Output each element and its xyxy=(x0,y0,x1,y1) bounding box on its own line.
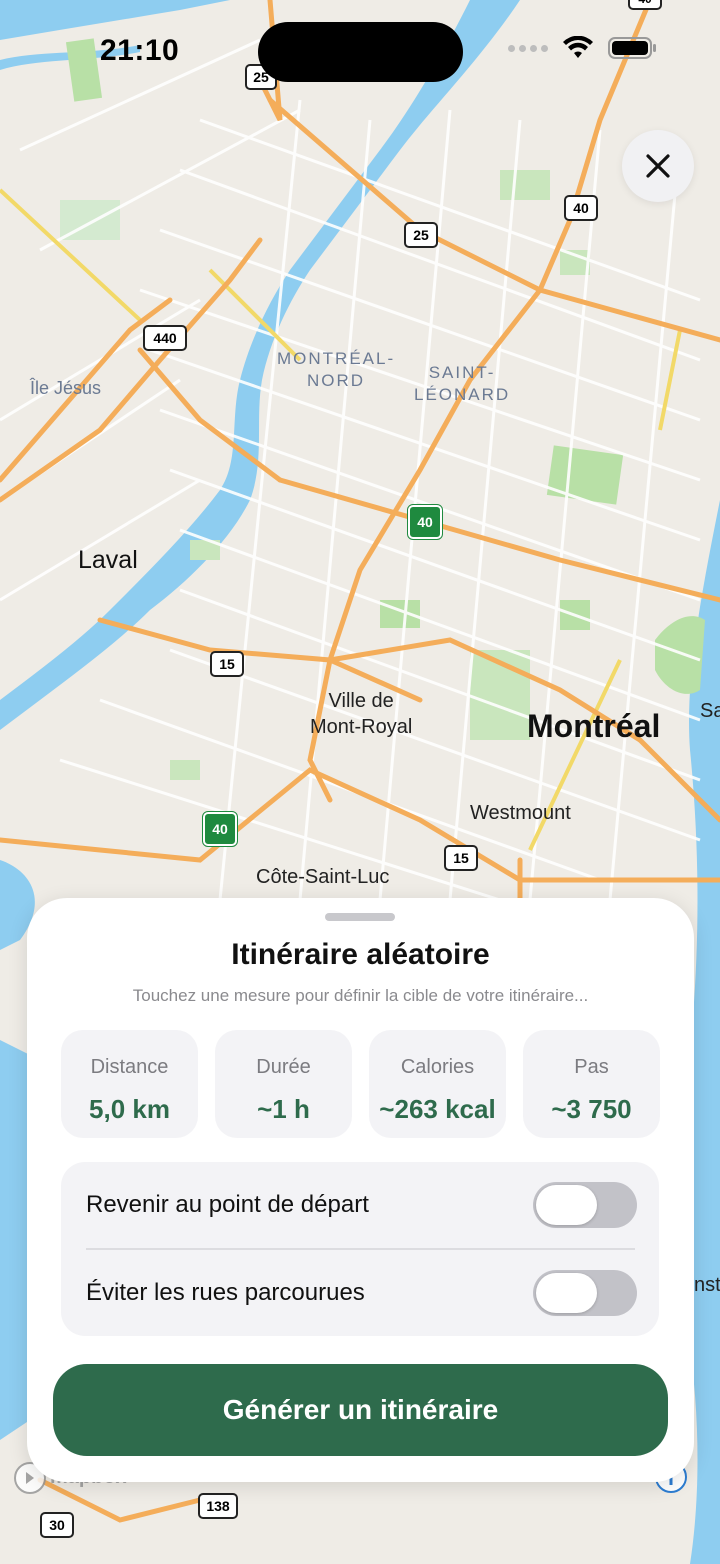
metric-label: Pas xyxy=(574,1056,609,1078)
metric-duration[interactable]: Durée ~1 h xyxy=(215,1030,352,1138)
map-label-saint-leonard-2: LÉONARD xyxy=(414,385,511,404)
map-label-montreal: Montréal xyxy=(527,708,661,744)
map-label-montreal-nord: MONTRÉAL- xyxy=(277,349,396,368)
map-label-laval: Laval xyxy=(78,546,138,574)
option-avoid-visited-streets: Éviter les rues parcourues xyxy=(86,1250,637,1336)
map-label-ile-jesus: Île Jésus xyxy=(30,378,102,398)
route-shield-15: 15 xyxy=(444,845,478,871)
status-bar: 21:10 xyxy=(0,0,720,104)
option-label: Éviter les rues parcourues xyxy=(86,1279,365,1306)
map-label-montreal-nord-2: NORD xyxy=(307,371,366,390)
map-label-edge-nst: nst xyxy=(694,1274,720,1296)
map-label-westmount: Westmount xyxy=(470,802,571,824)
metric-steps[interactable]: Pas ~3 750 xyxy=(523,1030,660,1138)
metric-value: 5,0 km xyxy=(89,1094,170,1124)
route-bottom-sheet: Itinéraire aléatoire Touchez une mesure … xyxy=(27,898,694,1482)
status-time: 21:10 xyxy=(100,34,180,67)
battery-icon xyxy=(608,37,656,59)
map-label-ville-mont-royal: Ville de xyxy=(328,690,394,712)
sheet-grabber[interactable] xyxy=(325,913,395,921)
metric-label: Durée xyxy=(256,1056,311,1078)
map-label-edge-sa: Sa xyxy=(700,700,720,722)
metric-label: Distance xyxy=(90,1056,169,1078)
route-shield-25: 25 xyxy=(404,222,438,248)
close-icon xyxy=(646,154,670,178)
sheet-subtitle: Touchez une mesure pour définir la cible… xyxy=(132,986,589,1005)
return-to-start-toggle[interactable] xyxy=(533,1182,637,1228)
generate-route-button[interactable]: Générer un itinéraire xyxy=(53,1364,668,1456)
map-label-saint-leonard: SAINT- xyxy=(428,363,496,382)
map-label-cote-saint-luc: Côte-Saint-Luc xyxy=(256,866,390,888)
metric-value: ~1 h xyxy=(257,1094,310,1124)
cellular-dots-icon xyxy=(508,44,548,52)
route-shield-15: 15 xyxy=(210,651,244,677)
metric-distance[interactable]: Distance 5,0 km xyxy=(61,1030,198,1138)
dynamic-island xyxy=(258,22,463,82)
route-options-group: Revenir au point de départ Éviter les ru… xyxy=(61,1162,659,1336)
metric-label: Calories xyxy=(400,1056,475,1078)
route-shield-40: 40 xyxy=(564,195,598,221)
wifi-icon xyxy=(563,36,593,58)
close-button[interactable] xyxy=(622,130,694,202)
route-shield-440: 440 xyxy=(143,325,187,351)
metric-value: ~3 750 xyxy=(551,1094,632,1124)
sheet-title: Itinéraire aléatoire xyxy=(231,938,490,971)
option-return-to-start: Revenir au point de départ xyxy=(86,1162,637,1248)
route-shield-138: 138 xyxy=(198,1493,238,1519)
option-label: Revenir au point de départ xyxy=(86,1191,369,1218)
route-shield-30: 30 xyxy=(40,1512,74,1538)
metric-value: ~263 kcal xyxy=(379,1094,496,1124)
autoroute-shield-40: 40 xyxy=(407,504,443,540)
avoid-visited-streets-toggle[interactable] xyxy=(533,1270,637,1316)
autoroute-shield-40: 40 xyxy=(202,811,238,847)
map-label-ville-mont-royal-2: Mont-Royal xyxy=(310,716,413,738)
metric-calories[interactable]: Calories ~263 kcal xyxy=(369,1030,506,1138)
